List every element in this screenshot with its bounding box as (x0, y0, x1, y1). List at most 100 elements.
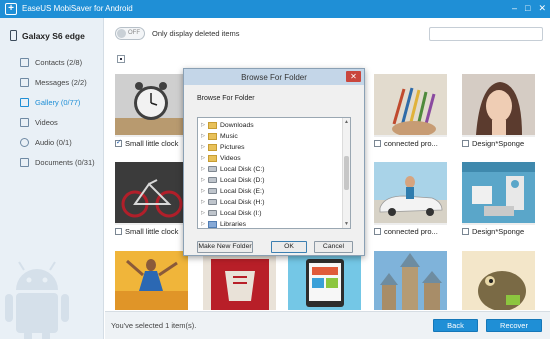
folder-icon (208, 154, 217, 162)
item-checkbox[interactable] (374, 227, 381, 235)
tree-item-label: Local Disk (C:) (220, 165, 265, 173)
folder-tree[interactable]: ▷ Downloads ▷ Music ▷ Pictures ▷ Videos … (197, 117, 351, 229)
browse-folder-dialog: Browse For Folder ✕ Browse For Folder ▷ … (183, 68, 365, 256)
gallery-item[interactable]: Small little clock (115, 74, 188, 148)
expand-icon[interactable]: ▷ (198, 221, 208, 227)
make-new-folder-button[interactable]: Make New Folder (197, 241, 253, 253)
tree-item-disk-e[interactable]: ▷ Local Disk (E:) (198, 186, 344, 196)
thumbnail-image (115, 162, 188, 223)
tree-item-libraries[interactable]: ▷ Libraries (198, 219, 344, 228)
expand-icon[interactable]: ▷ (198, 166, 208, 172)
gallery-item[interactable] (115, 251, 188, 310)
sidebar-item-documents[interactable]: Documents (0/31) (0, 152, 103, 172)
messages-icon (20, 77, 29, 87)
item-caption: connected pro... (384, 226, 438, 236)
gallery-item[interactable] (288, 251, 361, 310)
thumbnail-image (374, 162, 447, 223)
tree-item-videos[interactable]: ▷ Videos (198, 153, 344, 163)
tree-item-label: Local Disk (H:) (220, 198, 265, 206)
ok-button[interactable]: OK (271, 241, 307, 253)
back-button[interactable]: Back (433, 319, 478, 332)
dialog-instruction: Browse For Folder (197, 95, 255, 102)
tree-item-label: Music (220, 132, 238, 140)
drive-icon (208, 177, 217, 183)
cancel-button[interactable]: Cancel (314, 241, 353, 253)
sidebar-item-videos[interactable]: Videos (0, 112, 103, 132)
select-all-checkbox[interactable] (117, 55, 125, 63)
minimize-icon[interactable]: – (512, 3, 517, 13)
recover-button[interactable]: Recover (486, 319, 542, 332)
toggle-state: OFF (128, 30, 140, 36)
item-caption: Small little clock (125, 226, 179, 236)
documents-icon (20, 157, 29, 167)
tree-scrollbar[interactable]: ▲ ▼ (342, 118, 350, 228)
tree-item-disk-c[interactable]: ▷ Local Disk (C:) (198, 164, 344, 174)
drive-icon (208, 166, 217, 172)
gallery-item[interactable] (374, 251, 447, 310)
gallery-icon (20, 97, 29, 107)
contacts-icon (20, 57, 29, 67)
expand-icon[interactable]: ▷ (198, 122, 208, 128)
thumbnail-image (115, 74, 188, 135)
toggle-label: Only display deleted items (152, 29, 240, 38)
tree-item-label: Local Disk (I:) (220, 209, 262, 217)
sidebar-item-label: Messages (2/2) (35, 77, 87, 87)
dialog-close-icon[interactable]: ✕ (346, 71, 361, 82)
sidebar-item-contacts[interactable]: Contacts (2/8) (0, 52, 103, 72)
gallery-item-caption-row: connected pro... (374, 137, 464, 149)
tree-item-downloads[interactable]: ▷ Downloads (198, 120, 344, 130)
gallery-item[interactable]: Small little clock (115, 162, 188, 236)
item-caption: connected pro... (384, 138, 438, 148)
expand-icon[interactable]: ▷ (198, 210, 208, 216)
gallery-item[interactable]: connected pro... (374, 162, 447, 236)
sidebar-item-gallery[interactable]: Gallery (0/77) (0, 92, 103, 112)
expand-icon[interactable]: ▷ (198, 188, 208, 194)
window-title: EaseUS MobiSaver for Android (22, 4, 133, 13)
maximize-icon[interactable]: □ (525, 3, 530, 13)
scroll-down-icon[interactable]: ▼ (344, 221, 349, 227)
search-input[interactable] (429, 27, 543, 41)
title-bar: + EaseUS MobiSaver for Android – □ ✕ (0, 0, 550, 18)
item-checkbox[interactable] (462, 227, 469, 235)
gallery-item-caption-row: Design*Sponge (462, 225, 550, 237)
item-checkbox[interactable] (115, 227, 122, 235)
expand-icon[interactable]: ▷ (198, 177, 208, 183)
gallery-item[interactable]: Design*Sponge (462, 162, 535, 236)
expand-icon[interactable]: ▷ (198, 144, 208, 150)
folder-icon (208, 121, 217, 129)
tree-item-disk-d[interactable]: ▷ Local Disk (D:) (198, 175, 344, 185)
drive-icon (208, 188, 217, 194)
thumbnail-image (288, 251, 361, 310)
item-caption: Design*Sponge (472, 226, 525, 236)
selection-status: You've selected 1 item(s). (111, 321, 197, 330)
thumbnail-image (462, 251, 535, 310)
item-checkbox[interactable] (374, 139, 381, 147)
scroll-up-icon[interactable]: ▲ (344, 119, 349, 125)
close-icon[interactable]: ✕ (538, 3, 546, 13)
phone-icon (10, 30, 17, 41)
tree-item-music[interactable]: ▷ Music (198, 131, 344, 141)
thumbnail-image (462, 74, 535, 135)
sidebar-item-messages[interactable]: Messages (2/2) (0, 72, 103, 92)
sidebar-item-label: Videos (35, 117, 58, 127)
status-bar: You've selected 1 item(s). Back Recover (105, 311, 550, 339)
sidebar-item-audio[interactable]: Audio (0/1) (0, 132, 103, 152)
item-checkbox[interactable] (462, 139, 469, 147)
gallery-item-caption-row: Design*Sponge (462, 137, 550, 149)
videos-icon (20, 117, 29, 127)
tree-item-disk-h[interactable]: ▷ Local Disk (H:) (198, 197, 344, 207)
gallery-item[interactable]: Design*Sponge (462, 74, 535, 148)
expand-icon[interactable]: ▷ (198, 199, 208, 205)
deleted-only-toggle[interactable]: OFF (115, 27, 145, 40)
gallery-item[interactable] (462, 251, 535, 310)
expand-icon[interactable]: ▷ (198, 155, 208, 161)
gallery-item[interactable]: connected pro... (374, 74, 447, 148)
thumbnail-image (462, 162, 535, 223)
item-checkbox[interactable] (115, 138, 122, 147)
device-name: Galaxy S6 edge (22, 30, 85, 41)
expand-icon[interactable]: ▷ (198, 133, 208, 139)
scrollbar-thumb[interactable] (344, 156, 349, 190)
tree-item-pictures[interactable]: ▷ Pictures (198, 142, 344, 152)
tree-item-disk-i[interactable]: ▷ Local Disk (I:) (198, 208, 344, 218)
gallery-item[interactable] (203, 251, 276, 310)
